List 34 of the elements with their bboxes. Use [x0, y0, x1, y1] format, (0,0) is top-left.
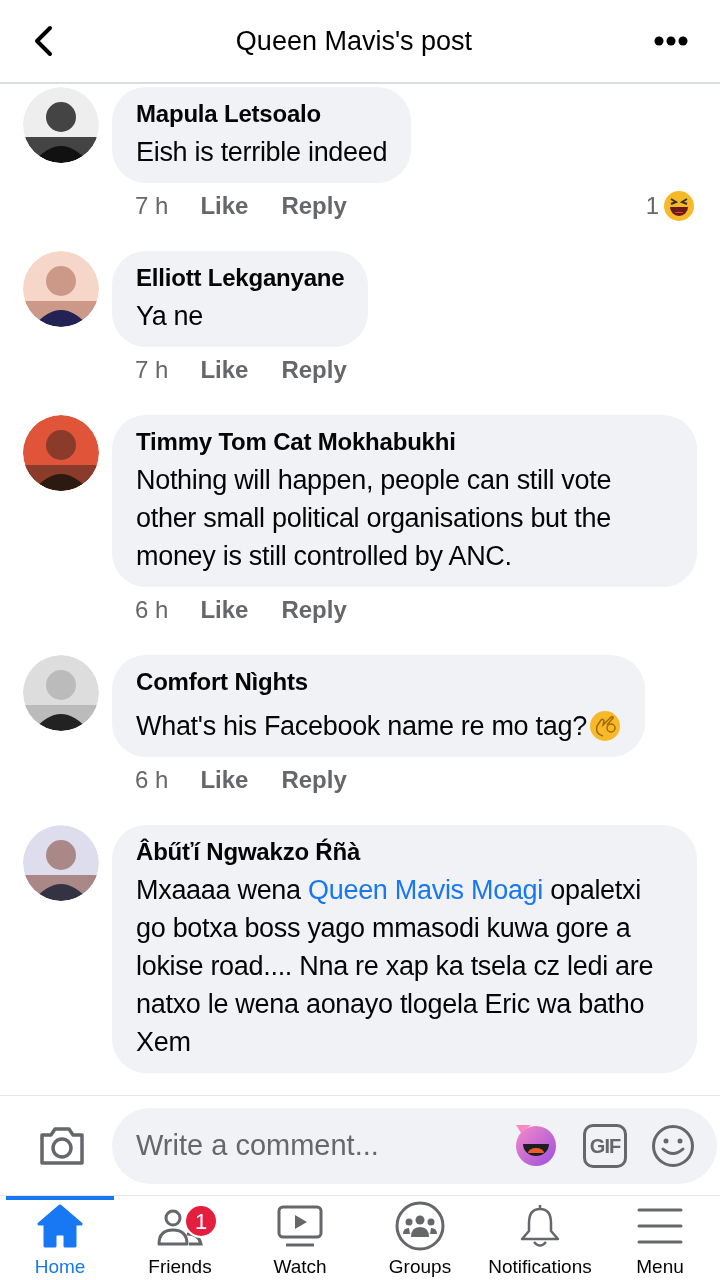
tab[interactable]: Notifications	[480, 1196, 600, 1280]
author-name[interactable]: Comfort Nìghts	[136, 667, 621, 697]
tab[interactable]: Groups	[360, 1196, 480, 1280]
tab[interactable]: Menu	[600, 1196, 720, 1280]
author-name[interactable]: Timmy Tom Cat Mokhabukhi	[136, 427, 673, 457]
tab[interactable]: Home	[6, 1196, 114, 1280]
comment-time: 7 h	[135, 191, 169, 221]
reply-link[interactable]: Reply	[281, 592, 347, 628]
page-title: Queen Mavis's post	[235, 24, 473, 58]
comment-text: Eish is terrible indeed	[136, 136, 388, 169]
like-link[interactable]: Like	[200, 188, 249, 224]
tab[interactable]: Friends 1	[120, 1196, 240, 1280]
like-link[interactable]: Like	[200, 352, 249, 388]
mention-link[interactable]: Queen Mavis Moagi	[308, 875, 544, 905]
comment-field[interactable]: Write a comment... GIF	[112, 1107, 717, 1184]
tab[interactable]: Watch	[240, 1196, 360, 1280]
author-name[interactable]: Mapula Letsoalo	[136, 99, 388, 129]
reply-link[interactable]: Reply	[281, 188, 347, 224]
like-link[interactable]: Like	[200, 762, 249, 798]
comment-text: What's his Facebook name re mo tag?	[136, 710, 587, 743]
reply-link[interactable]: Reply	[281, 352, 347, 388]
reaction-count: 1	[645, 191, 659, 221]
notification-badge: 1	[184, 1204, 218, 1238]
like-link[interactable]: Like	[200, 592, 249, 628]
reply-link[interactable]: Reply	[281, 762, 347, 798]
gif-button[interactable]: GIF	[583, 1123, 627, 1168]
comment-time: 6 h	[135, 595, 169, 625]
comment-time: 6 h	[135, 765, 169, 795]
comment-time: 7 h	[135, 355, 169, 385]
author-name[interactable]: Elliott Lekganyane	[136, 263, 345, 293]
comment-text: Nothing will happen, people can still vote other small political organisations but the money is still controlled by ANC.	[136, 464, 613, 573]
author-name[interactable]: Âbűťí Ngwakzo Ŕñà	[136, 837, 673, 867]
comment-text: Mxaaaa wena Queen Mavis Moagi opaletxi go botxa boss yago mmasodi kuwa gore a lokise road.... Nna re xap ka tsela cz ledi are natxo le wena aonayo tlogela Eric wa batho Xem	[136, 874, 655, 1059]
comment-text: Ya ne	[136, 300, 205, 333]
